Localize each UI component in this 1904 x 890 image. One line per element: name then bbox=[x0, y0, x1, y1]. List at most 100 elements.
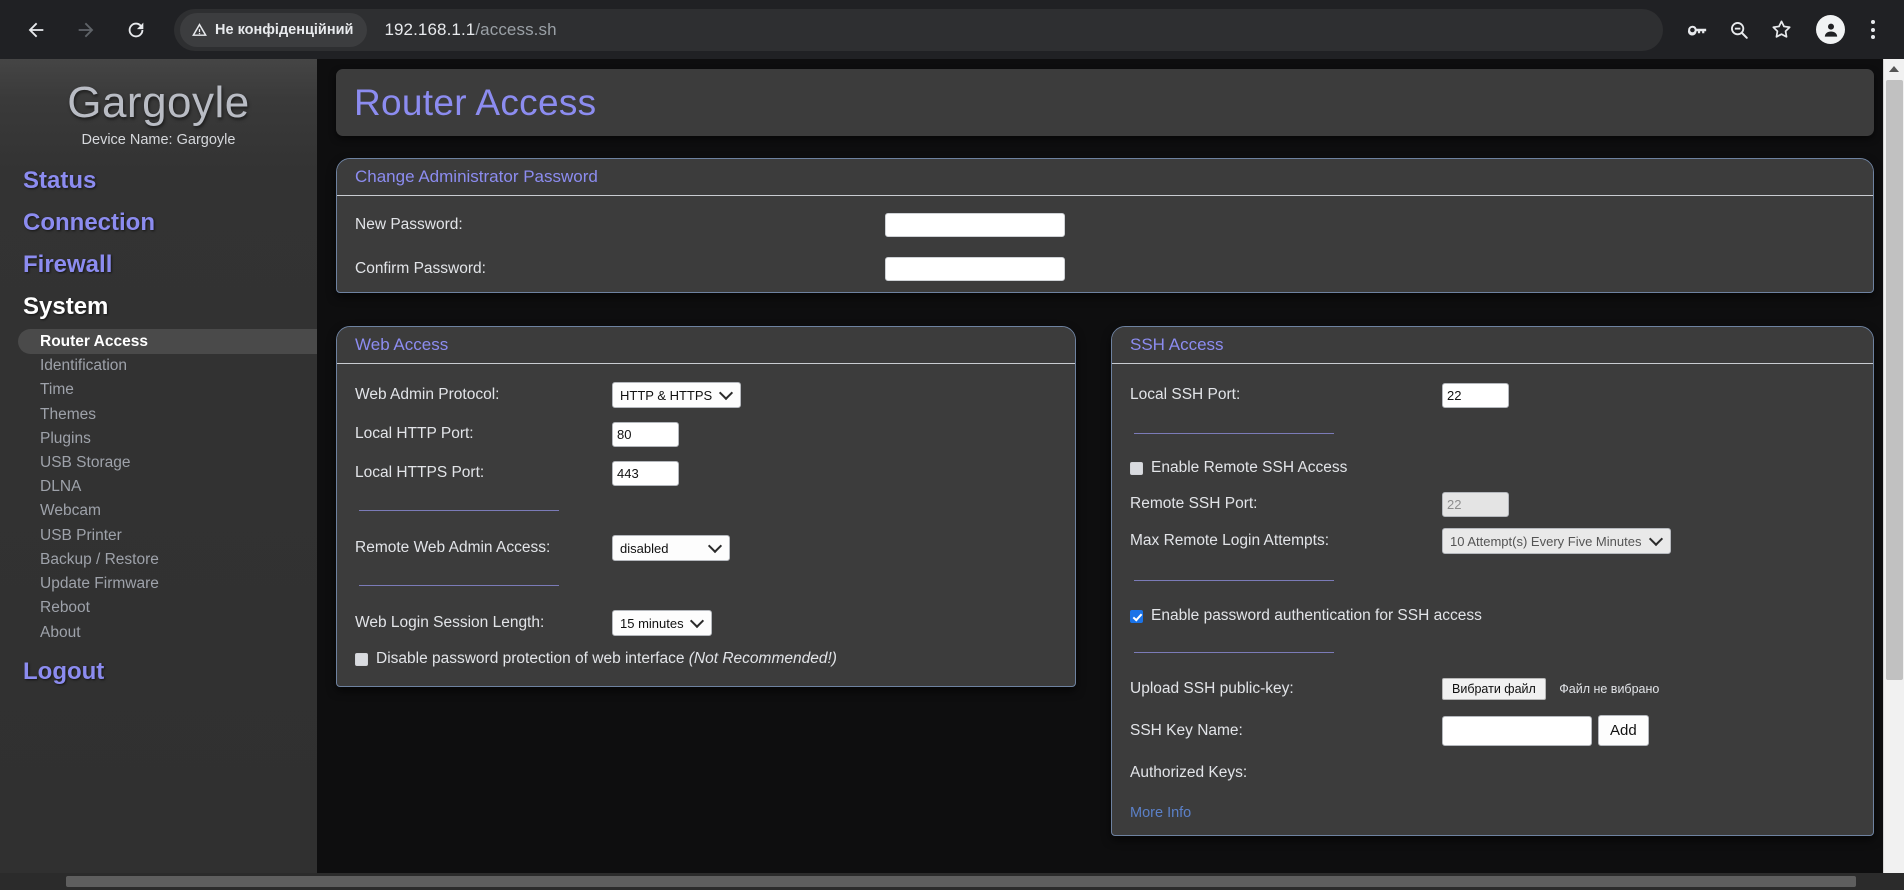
enable-password-auth-checkbox[interactable] bbox=[1130, 609, 1143, 623]
reload-button[interactable] bbox=[114, 8, 158, 52]
sidebar-item-themes[interactable]: Themes bbox=[0, 402, 317, 426]
add-key-button[interactable]: Add bbox=[1598, 715, 1649, 746]
sidebar-item-identification[interactable]: Identification bbox=[0, 354, 317, 378]
panel-header: Web Access bbox=[337, 327, 1075, 364]
more-info-link[interactable]: More Info bbox=[1112, 800, 1873, 821]
sidebar-item-firewall[interactable]: Firewall bbox=[0, 244, 317, 286]
vertical-scrollbar[interactable] bbox=[1883, 59, 1904, 890]
max-login-attempts-row: Max Remote Login Attempts: 10 Attempt(s)… bbox=[1112, 526, 1873, 556]
star-icon bbox=[1771, 20, 1791, 38]
enable-password-auth-label[interactable]: Enable password authentication for SSH a… bbox=[1151, 607, 1482, 625]
local-http-port-input[interactable] bbox=[612, 421, 679, 447]
local-ssh-port-input[interactable] bbox=[1442, 382, 1509, 408]
ssh-access-body: Local SSH Port: Enable Remote SSH Access… bbox=[1112, 364, 1873, 835]
ssh-key-name-control: Add bbox=[1442, 715, 1649, 746]
enable-remote-ssh-checkbox[interactable] bbox=[1130, 461, 1143, 475]
sidebar-item-usb-printer[interactable]: USB Printer bbox=[0, 523, 317, 547]
disable-password-protection-checkbox[interactable] bbox=[355, 652, 368, 666]
sidebar-item-update-firmware[interactable]: Update Firmware bbox=[0, 572, 317, 596]
chevron-up-icon bbox=[1889, 65, 1899, 72]
session-length-control: 15 minutes bbox=[612, 610, 712, 636]
url-text: 192.168.1.1/access.sh bbox=[384, 20, 556, 40]
file-status-label: Файл не вибрано bbox=[1559, 682, 1660, 696]
new-password-control bbox=[885, 213, 1065, 237]
toolbar-actions bbox=[1677, 10, 1890, 50]
security-status-chip[interactable]: Не конфіденційний bbox=[180, 12, 368, 47]
local-https-port-row: Local HTTPS Port: bbox=[337, 458, 1075, 488]
upload-ssh-key-row: Upload SSH public-key: Вибрати файл Файл… bbox=[1112, 674, 1873, 704]
local-http-port-row: Local HTTP Port: bbox=[337, 419, 1075, 449]
menu-dot bbox=[1871, 20, 1875, 24]
url-host: 192.168.1.1 bbox=[384, 19, 476, 39]
horizontal-scrollbar-thumb[interactable] bbox=[66, 876, 1856, 887]
zoom-out-button[interactable] bbox=[1719, 10, 1759, 50]
local-https-port-input[interactable] bbox=[612, 460, 679, 486]
sidebar-item-connection[interactable]: Connection bbox=[0, 202, 317, 244]
confirm-password-input[interactable] bbox=[885, 257, 1065, 281]
ssh-key-name-input[interactable] bbox=[1442, 715, 1592, 746]
page-viewport: Gargoyle Device Name: Gargoyle Status Co… bbox=[0, 59, 1904, 890]
disable-password-protection-label[interactable]: Disable password protection of web inter… bbox=[376, 650, 837, 668]
ssh-access-panel: SSH Access Local SSH Port: Enable Remote… bbox=[1111, 326, 1874, 836]
sidebar-item-reboot[interactable]: Reboot bbox=[0, 596, 317, 620]
authorized-keys-row: Authorized Keys: bbox=[1112, 758, 1873, 788]
section-divider bbox=[1134, 433, 1334, 434]
upload-ssh-key-control: Вибрати файл Файл не вибрано bbox=[1442, 678, 1659, 700]
web-access-title: Web Access bbox=[355, 335, 449, 354]
sidebar-item-usb-storage[interactable]: USB Storage bbox=[0, 450, 317, 474]
back-button[interactable] bbox=[14, 8, 58, 52]
enable-remote-ssh-label[interactable]: Enable Remote SSH Access bbox=[1151, 459, 1347, 477]
sidebar-item-router-access[interactable]: Router Access bbox=[18, 329, 317, 354]
web-admin-protocol-select[interactable]: HTTP & HTTPS bbox=[612, 382, 741, 408]
change-password-body: New Password: Confirm Password: bbox=[337, 196, 1873, 292]
session-length-label: Web Login Session Length: bbox=[355, 614, 545, 631]
address-bar[interactable]: Не конфіденційний 192.168.1.1/access.sh bbox=[174, 8, 1663, 51]
local-http-port-control bbox=[612, 421, 679, 447]
local-http-port-label: Local HTTP Port: bbox=[355, 425, 474, 442]
disable-password-protection-row: Disable password protection of web inter… bbox=[337, 646, 1075, 672]
menu-dot bbox=[1871, 27, 1875, 32]
sidebar-item-status[interactable]: Status bbox=[0, 160, 317, 202]
sidebar-item-system[interactable]: System bbox=[0, 286, 317, 328]
authorized-keys-label: Authorized Keys: bbox=[1130, 764, 1248, 781]
max-login-attempts-select[interactable]: 10 Attempt(s) Every Five Minutes bbox=[1442, 528, 1671, 554]
browser-toolbar: Не конфіденційний 192.168.1.1/access.sh bbox=[0, 0, 1904, 59]
sidebar-item-logout[interactable]: Logout bbox=[0, 644, 317, 686]
forward-button[interactable] bbox=[64, 8, 108, 52]
web-access-body: Web Admin Protocol: HTTP & HTTPS Local H… bbox=[337, 364, 1075, 686]
sidebar-item-dlna[interactable]: DLNA bbox=[0, 475, 317, 499]
browser-menu-button[interactable] bbox=[1856, 10, 1890, 50]
profile-avatar[interactable] bbox=[1816, 15, 1845, 44]
sidebar-item-backup-restore[interactable]: Backup / Restore bbox=[0, 547, 317, 571]
max-login-attempts-control: 10 Attempt(s) Every Five Minutes bbox=[1442, 528, 1671, 554]
scroll-up-button[interactable] bbox=[1884, 59, 1904, 78]
panels-row: Web Access Web Admin Protocol: HTTP & HT… bbox=[336, 326, 1904, 836]
ssh-key-name-row: SSH Key Name: Add bbox=[1112, 715, 1873, 746]
sidebar-item-webcam[interactable]: Webcam bbox=[0, 499, 317, 523]
vertical-scrollbar-thumb[interactable] bbox=[1886, 80, 1903, 680]
remote-ssh-port-control bbox=[1442, 491, 1509, 517]
upload-ssh-key-label: Upload SSH public-key: bbox=[1130, 680, 1294, 697]
new-password-input[interactable] bbox=[885, 213, 1065, 237]
confirm-password-label: Confirm Password: bbox=[355, 260, 486, 277]
local-ssh-port-control bbox=[1442, 382, 1509, 408]
remote-web-admin-select[interactable]: disabled bbox=[612, 535, 730, 561]
sidebar-subnav: Router Access Identification Time Themes… bbox=[0, 328, 317, 644]
enable-password-auth-row: Enable password authentication for SSH a… bbox=[1112, 603, 1873, 629]
remote-ssh-port-row: Remote SSH Port: bbox=[1112, 489, 1873, 519]
sidebar-item-about[interactable]: About bbox=[0, 620, 317, 644]
choose-file-button[interactable]: Вибрати файл bbox=[1442, 678, 1546, 700]
sidebar-item-time[interactable]: Time bbox=[0, 378, 317, 402]
remote-ssh-port-input[interactable] bbox=[1442, 491, 1509, 517]
back-arrow-icon bbox=[28, 22, 44, 37]
session-length-select[interactable]: 15 minutes bbox=[612, 610, 712, 636]
remote-ssh-port-label: Remote SSH Port: bbox=[1130, 495, 1258, 512]
remote-web-admin-control: disabled bbox=[612, 535, 730, 561]
sidebar-item-plugins[interactable]: Plugins bbox=[0, 426, 317, 450]
new-password-row: New Password: bbox=[337, 210, 1873, 240]
password-manager-button[interactable] bbox=[1677, 10, 1717, 50]
local-ssh-port-row: Local SSH Port: bbox=[1112, 380, 1873, 410]
page-banner: Router Access bbox=[336, 69, 1874, 136]
horizontal-scrollbar[interactable] bbox=[0, 873, 1904, 890]
bookmark-button[interactable] bbox=[1761, 10, 1801, 50]
